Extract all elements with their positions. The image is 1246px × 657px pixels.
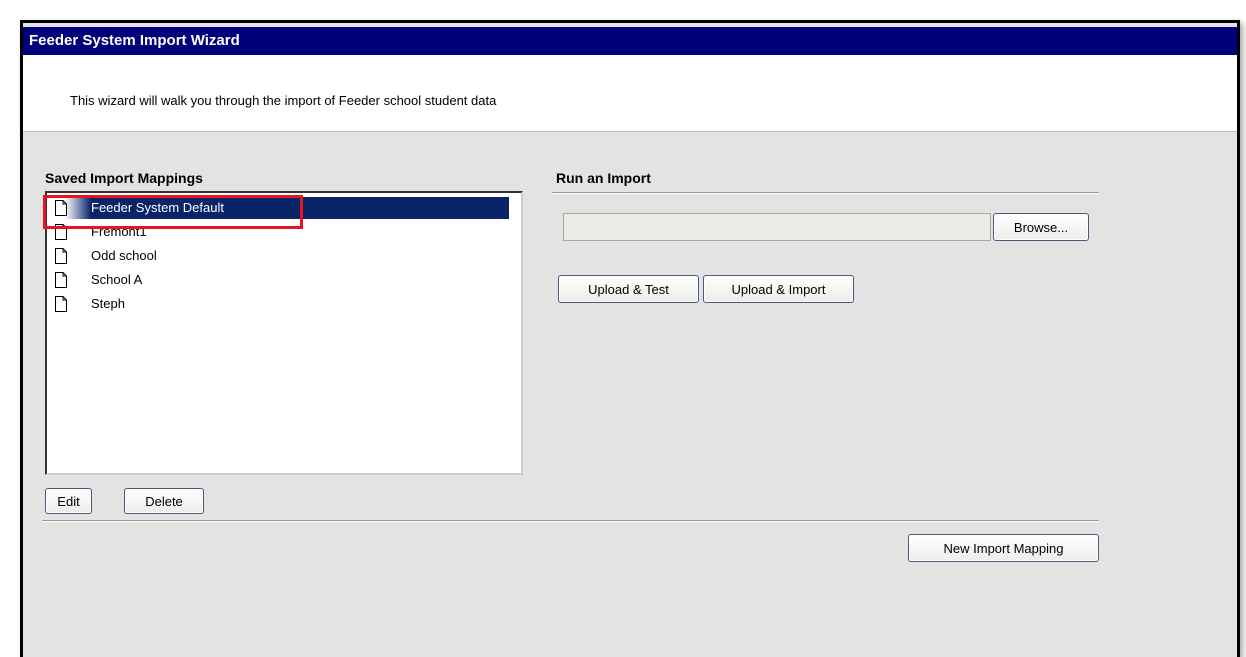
upload-import-button[interactable]: Upload & Import (703, 275, 854, 303)
delete-button[interactable]: Delete (124, 488, 204, 514)
list-item-label: Odd school (91, 248, 157, 263)
wizard-title: Feeder System Import Wizard (23, 27, 1237, 55)
run-import-heading: Run an Import (556, 170, 651, 186)
upload-test-button[interactable]: Upload & Test (558, 275, 699, 303)
file-path-input[interactable] (563, 213, 991, 241)
list-item-label: School A (91, 272, 143, 287)
list-item[interactable]: School A (47, 269, 521, 291)
list-item[interactable]: Steph (47, 293, 521, 315)
intro-text: This wizard will walk you through the im… (70, 93, 497, 108)
wizard-window: Feeder System Import Wizard This wizard … (20, 20, 1240, 657)
new-import-mapping-button[interactable]: New Import Mapping (908, 534, 1099, 562)
divider (42, 520, 1099, 522)
edit-button[interactable]: Edit (45, 488, 92, 514)
document-icon (55, 272, 67, 288)
document-icon (55, 296, 67, 312)
divider (552, 192, 1099, 194)
browse-button[interactable]: Browse... (993, 213, 1089, 241)
intro-panel: This wizard will walk you through the im… (23, 55, 1237, 132)
list-item-label: Steph (91, 296, 125, 311)
document-icon (55, 248, 67, 264)
annotation-highlight-box (43, 195, 303, 229)
saved-mappings-list[interactable]: Feeder System Default Fremont1 Odd schoo… (45, 191, 523, 475)
list-item[interactable]: Odd school (47, 245, 521, 267)
saved-mappings-heading: Saved Import Mappings (45, 170, 203, 186)
